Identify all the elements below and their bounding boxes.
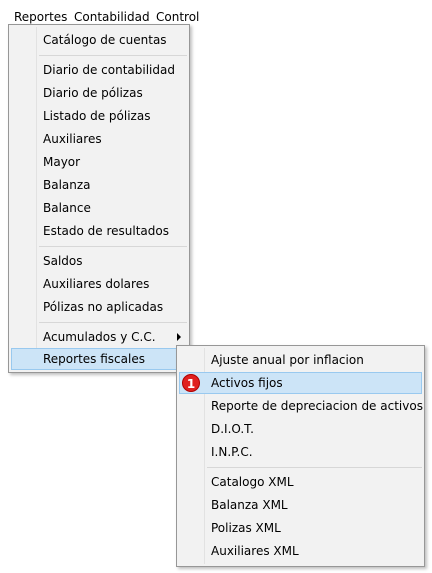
menu-item-label: Activos fijos xyxy=(211,376,283,390)
menu-item-balance[interactable]: Balance xyxy=(11,197,187,219)
menu-item-catalogo-cuentas[interactable]: Catálogo de cuentas xyxy=(11,29,187,51)
menu-item-diot[interactable]: D.I.O.T. xyxy=(179,418,422,440)
menu-item-balanza-xml[interactable]: Balanza XML xyxy=(179,494,422,516)
menu-item-polizas-no-aplicadas[interactable]: Pólizas no aplicadas xyxy=(11,296,187,318)
menu-separator xyxy=(39,246,187,247)
menu-item-inpc[interactable]: I.N.P.C. xyxy=(179,441,422,463)
reportes-fiscales-submenu: Ajuste anual por inflacion 1 Activos fij… xyxy=(176,345,425,567)
menu-item-reporte-depreciacion[interactable]: Reporte de depreciacion de activos xyxy=(179,395,423,417)
menu-item-activos-fijos[interactable]: 1 Activos fijos xyxy=(179,372,422,394)
menu-item-auxiliares-xml[interactable]: Auxiliares XML xyxy=(179,540,422,562)
menu-item-label: Reportes fiscales xyxy=(43,352,145,366)
menu-item-diario-contabilidad[interactable]: Diario de contabilidad xyxy=(11,59,187,81)
menu-item-estado-resultados[interactable]: Estado de resultados xyxy=(11,220,187,242)
menubar-contabilidad[interactable]: Contabilidad xyxy=(74,0,150,26)
menu-item-catalogo-xml[interactable]: Catalogo XML xyxy=(179,471,422,493)
menu-item-balanza[interactable]: Balanza xyxy=(11,174,187,196)
menu-separator xyxy=(39,55,187,56)
menu-item-diario-polizas[interactable]: Diario de pólizas xyxy=(11,82,187,104)
menu-item-label: Acumulados y C.C. xyxy=(43,330,156,344)
menu-item-polizas-xml[interactable]: Polizas XML xyxy=(179,517,422,539)
submenu-arrow-icon xyxy=(177,333,181,341)
menu-bar: Reportes Contabilidad Control xyxy=(0,0,432,26)
menu-item-acumulados-cc[interactable]: Acumulados y C.C. xyxy=(11,326,187,348)
step-badge: 1 xyxy=(182,374,200,392)
menu-item-saldos[interactable]: Saldos xyxy=(11,250,187,272)
menu-item-auxiliares-dolares[interactable]: Auxiliares dolares xyxy=(11,273,187,295)
menu-separator xyxy=(39,322,187,323)
menu-item-mayor[interactable]: Mayor xyxy=(11,151,187,173)
menu-item-reportes-fiscales[interactable]: Reportes fiscales xyxy=(11,348,187,370)
menu-item-ajuste-anual[interactable]: Ajuste anual por inflacion xyxy=(179,349,422,371)
menu-separator xyxy=(207,467,422,468)
menu-item-listado-polizas[interactable]: Listado de pólizas xyxy=(11,105,187,127)
reportes-menu: Catálogo de cuentas Diario de contabilid… xyxy=(8,24,190,373)
menu-item-auxiliares[interactable]: Auxiliares xyxy=(11,128,187,150)
menubar-control[interactable]: Control xyxy=(156,0,199,26)
menubar-reportes[interactable]: Reportes xyxy=(14,0,67,26)
